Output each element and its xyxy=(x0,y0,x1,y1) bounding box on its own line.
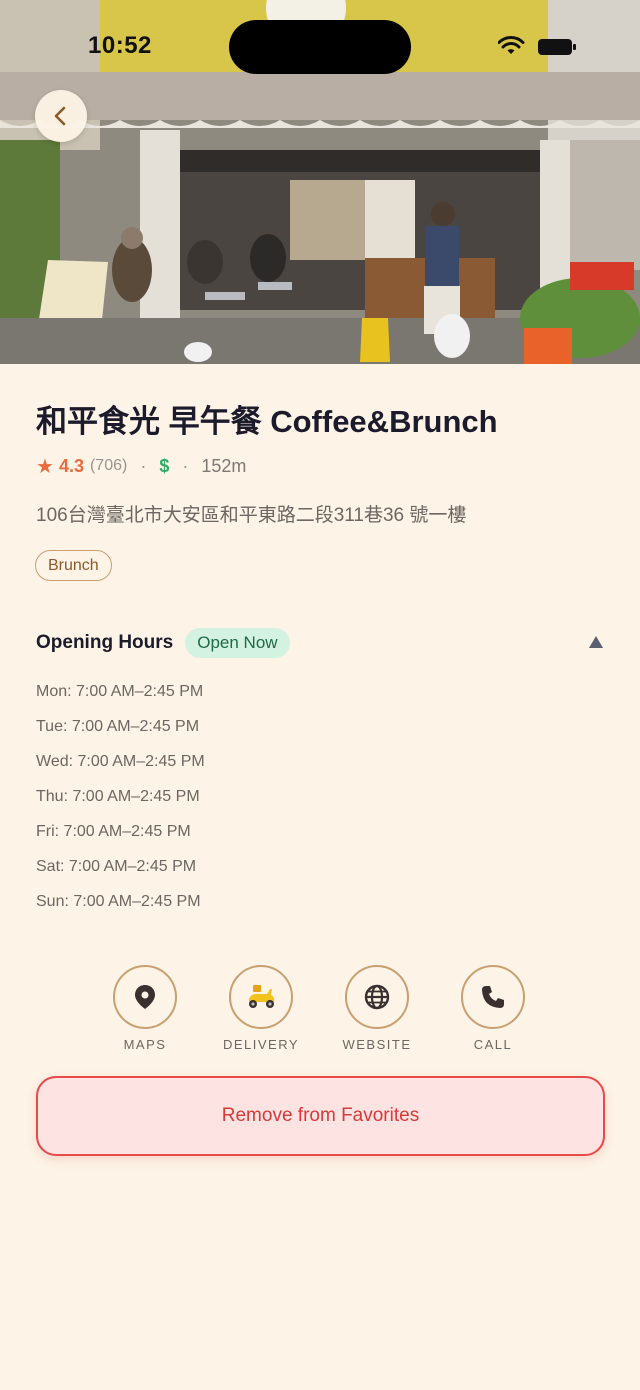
remove-from-favorites-button[interactable]: Remove from Favorites xyxy=(36,1076,605,1156)
separator-dot: · xyxy=(140,455,147,476)
back-button[interactable] xyxy=(35,90,87,142)
status-bar-time: 10:52 xyxy=(88,32,152,59)
maps-label: MAPS xyxy=(123,1037,167,1052)
maps-button[interactable] xyxy=(113,965,177,1029)
hours-row: Sat: 7:00 AM–2:45 PM xyxy=(36,858,197,875)
delivery-action[interactable]: DELIVERY xyxy=(203,965,319,1052)
battery-icon xyxy=(538,39,576,55)
status-icons xyxy=(498,36,576,55)
place-address: 106台灣臺北市大安區和平東路二段311巷36 號一樓 xyxy=(36,505,467,526)
price-level: $ xyxy=(159,455,170,476)
wifi-icon xyxy=(498,36,525,54)
dynamic-island xyxy=(229,20,411,74)
hours-row: Fri: 7:00 AM–2:45 PM xyxy=(36,823,191,840)
scooter-icon xyxy=(249,985,275,1008)
separator-dot: · xyxy=(182,455,189,476)
globe-icon xyxy=(364,984,390,1010)
hours-row: Tue: 7:00 AM–2:45 PM xyxy=(36,718,200,735)
opening-hours-list: Mon: 7:00 AM–2:45 PM Tue: 7:00 AM–2:45 P… xyxy=(36,682,205,927)
review-count: (706) xyxy=(89,457,128,474)
place-meta-row: ★ 4.3 (706) · $ · 152m xyxy=(36,452,246,480)
place-name: 和平食光 早午餐 Coffee&Brunch xyxy=(36,404,498,439)
place-photo: 10:52 xyxy=(0,0,640,364)
hours-row: Mon: 7:00 AM–2:45 PM xyxy=(36,683,204,700)
open-status-badge: Open Now xyxy=(185,628,290,658)
hours-row: Sun: 7:00 AM–2:45 PM xyxy=(36,893,201,910)
category-tag: Brunch xyxy=(35,550,112,581)
map-pin-icon xyxy=(135,985,155,1009)
phone-icon xyxy=(482,986,504,1008)
website-button[interactable] xyxy=(345,965,409,1029)
delivery-button[interactable] xyxy=(229,965,293,1029)
hours-row: Thu: 7:00 AM–2:45 PM xyxy=(36,788,200,805)
call-label: CALL xyxy=(473,1037,513,1052)
distance: 152m xyxy=(201,455,247,476)
star-icon: ★ xyxy=(36,455,54,478)
hours-row: Wed: 7:00 AM–2:45 PM xyxy=(36,753,205,770)
place-detail-screen: 10:52 和平食光 早午餐 Coffee&Brunch ★ 4.3 (706)… xyxy=(0,0,640,1390)
website-label: WEBSITE xyxy=(342,1037,412,1052)
action-buttons: MAPS DELIVERY WEBSITE CALL xyxy=(100,965,560,1055)
call-action[interactable]: CALL xyxy=(435,965,551,1052)
rating-value: 4.3 xyxy=(58,455,84,476)
website-action[interactable]: WEBSITE xyxy=(319,965,435,1052)
opening-hours-title: Opening Hours xyxy=(36,632,174,653)
opening-hours-header[interactable]: Opening Hours Open Now xyxy=(36,628,606,658)
chevron-left-icon xyxy=(54,106,66,126)
call-button[interactable] xyxy=(461,965,525,1029)
delivery-label: DELIVERY xyxy=(222,1037,300,1052)
collapse-triangle-icon[interactable] xyxy=(588,635,604,649)
maps-action[interactable]: MAPS xyxy=(87,965,203,1052)
